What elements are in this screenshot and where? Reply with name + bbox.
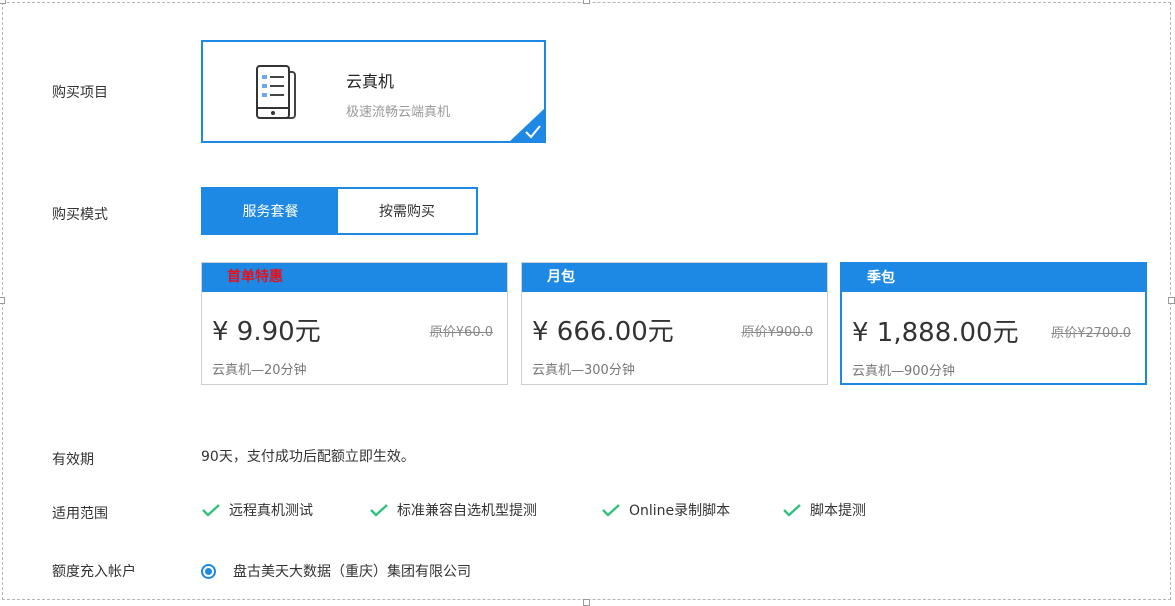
scope-item-label: Online录制脚本: [629, 503, 731, 519]
radio-dot: [205, 567, 212, 575]
validity-text: 90天，支付成功后配额立即生效。: [201, 449, 415, 465]
validity-row-label: 有效期: [52, 452, 94, 468]
check-icon: [783, 504, 801, 517]
package-header: 月包: [522, 263, 827, 292]
package-description: 云真机—900分钟: [852, 364, 955, 379]
resize-handle-right[interactable]: [1168, 297, 1175, 304]
mode-button-service-package[interactable]: 服务套餐: [203, 189, 338, 233]
package-description: 云真机—300分钟: [532, 363, 635, 378]
package-price: ¥ 666.00元: [532, 317, 674, 347]
resize-handle-top[interactable]: [583, 0, 590, 4]
package-price: ¥ 9.90元: [212, 317, 321, 347]
mode-row-label: 购买模式: [52, 207, 108, 223]
resize-handle-left[interactable]: [0, 297, 5, 304]
resize-handle-bottom[interactable]: [583, 599, 590, 606]
product-row-label: 购买项目: [52, 85, 108, 101]
scope-item-label: 脚本提测: [810, 503, 866, 519]
package-original-price: 原价¥900.0: [741, 325, 814, 340]
phone-device-icon: [253, 64, 309, 122]
product-card-cloud-device[interactable]: 云真机 极速流畅云端真机: [201, 40, 546, 143]
account-row-label: 额度充入帐户: [52, 564, 136, 580]
package-original-price: 原价¥2700.0: [1051, 326, 1131, 341]
selected-check-icon: [509, 108, 545, 142]
scope-item: 远程真机测试: [201, 500, 313, 520]
check-icon: [602, 504, 620, 517]
scope-item-label: 远程真机测试: [229, 503, 313, 519]
package-header: 首单特惠: [202, 263, 507, 292]
package-card-quarterly[interactable]: 季包 ¥ 1,888.00元 原价¥2700.0 云真机—900分钟: [840, 262, 1147, 385]
package-description: 云真机—20分钟: [212, 363, 307, 378]
scope-item: 标准兼容自选机型提测: [369, 500, 537, 520]
account-radio[interactable]: [201, 563, 216, 579]
check-icon: [370, 504, 388, 517]
account-name: 盘古美天大数据（重庆）集团有限公司: [233, 564, 471, 580]
package-card-first-order[interactable]: 首单特惠 ¥ 9.90元 原价¥60.0 云真机—20分钟: [201, 262, 508, 385]
mode-button-on-demand[interactable]: 按需购买: [338, 189, 476, 233]
package-price: ¥ 1,888.00元: [852, 318, 1019, 348]
check-icon: [202, 504, 220, 517]
account-radio-option[interactable]: 盘古美天大数据（重庆）集团有限公司: [201, 561, 471, 581]
product-subtitle: 极速流畅云端真机: [346, 105, 451, 120]
purchase-mode-toggle: 服务套餐 按需购买: [201, 187, 478, 235]
scope-row-label: 适用范围: [52, 506, 108, 522]
scope-item-label: 标准兼容自选机型提测: [397, 503, 537, 519]
package-card-monthly[interactable]: 月包 ¥ 666.00元 原价¥900.0 云真机—300分钟: [521, 262, 828, 385]
product-name: 云真机: [346, 72, 395, 91]
package-original-price: 原价¥60.0: [429, 325, 493, 340]
scope-item: Online录制脚本: [601, 500, 730, 520]
package-header: 季包: [842, 264, 1145, 292]
resize-handle-top-left[interactable]: [0, 0, 6, 4]
scope-item: 脚本提测: [782, 500, 866, 520]
